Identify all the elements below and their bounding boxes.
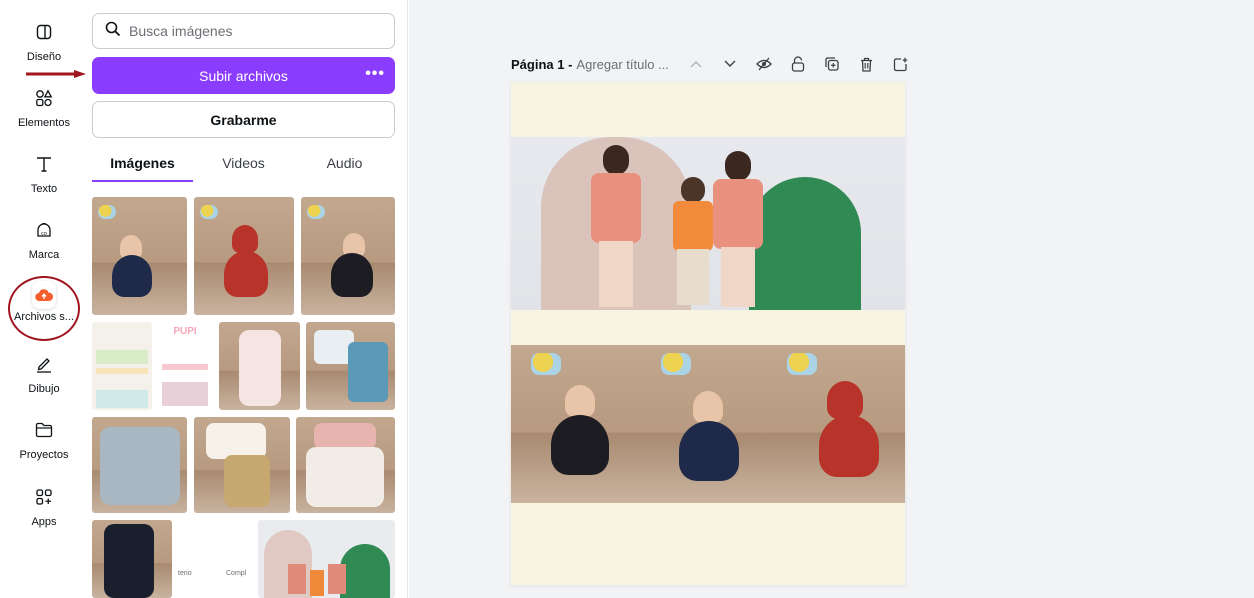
layout-icon xyxy=(32,20,56,44)
baby-photo[interactable] xyxy=(641,345,771,503)
page-header: Página 1 - Agregar título ... xyxy=(511,54,669,74)
page-toolbar xyxy=(686,54,910,74)
text-icon xyxy=(32,152,56,176)
baby-photo[interactable] xyxy=(771,345,905,503)
cloud-upload-icon xyxy=(32,281,56,309)
editor-app: Diseño Elementos Texto co Marca Archivos… xyxy=(0,0,1254,598)
annotation-arrow-icon xyxy=(26,70,86,78)
more-options-icon[interactable]: ••• xyxy=(365,65,385,83)
tab-videos[interactable]: Videos xyxy=(193,146,294,182)
brand-logo-icon xyxy=(307,205,325,219)
image-thumbnail[interactable] xyxy=(258,520,395,598)
record-yourself-button[interactable]: Grabarme xyxy=(92,101,395,138)
rail-item-projects[interactable]: Proyectos xyxy=(0,416,88,474)
brand-logo-icon xyxy=(531,353,561,375)
rail-item-brand[interactable]: co Marca xyxy=(0,216,88,274)
search-input[interactable] xyxy=(129,23,369,39)
rail-item-design[interactable]: Diseño xyxy=(0,18,88,76)
thumbnail-caption: terio xyxy=(178,570,192,577)
rail-item-label: Proyectos xyxy=(19,449,69,461)
apps-icon xyxy=(32,485,56,509)
rail-item-label: Diseño xyxy=(26,51,62,63)
rail-item-label: Texto xyxy=(30,183,58,195)
image-thumbnail[interactable] xyxy=(301,197,395,315)
media-tabs: Imágenes Videos Audio xyxy=(92,146,395,182)
rail-item-label: Archivos s... xyxy=(14,311,74,323)
rail-item-uploads[interactable]: Archivos s... xyxy=(0,281,88,339)
image-thumbnail[interactable]: terio Compl xyxy=(176,520,254,598)
chevron-down-icon[interactable] xyxy=(720,54,740,74)
brand-logo-icon xyxy=(661,353,691,375)
rail-item-elements[interactable]: Elementos xyxy=(0,84,88,142)
group-photo[interactable] xyxy=(511,137,905,310)
image-thumbnail[interactable]: PUPI xyxy=(156,322,213,410)
draw-icon xyxy=(32,352,56,376)
chevron-up-icon[interactable] xyxy=(686,54,706,74)
rail-item-apps[interactable]: Apps xyxy=(0,483,88,541)
add-page-icon[interactable] xyxy=(890,54,910,74)
uploads-panel: Subir archivos ••• Grabarme Imágenes Vid… xyxy=(88,0,408,598)
page-title-input[interactable]: Agregar título ... xyxy=(576,57,669,72)
image-thumbnail[interactable] xyxy=(194,417,290,513)
image-thumbnail[interactable] xyxy=(306,322,395,410)
image-thumbnail[interactable] xyxy=(92,417,187,513)
image-thumbnail[interactable] xyxy=(219,322,300,410)
duplicate-icon[interactable] xyxy=(822,54,842,74)
upload-files-label: Subir archivos xyxy=(199,67,288,84)
image-thumbnail[interactable] xyxy=(92,520,172,598)
tab-images[interactable]: Imágenes xyxy=(92,146,193,182)
brand-logo-icon xyxy=(200,205,218,219)
image-thumbnail[interactable] xyxy=(296,417,395,513)
image-thumbnail[interactable] xyxy=(92,322,152,410)
rail-item-text[interactable]: Texto xyxy=(0,150,88,208)
rail-item-label: Elementos xyxy=(18,117,70,129)
image-thumbnail[interactable] xyxy=(92,197,187,315)
search-icon xyxy=(105,21,121,42)
image-thumbnail[interactable] xyxy=(194,197,294,315)
page-name: Página 1 - xyxy=(511,56,573,72)
brand-logo-icon xyxy=(98,205,116,219)
rail-item-label: Apps xyxy=(31,516,57,528)
rail-item-label: Dibujo xyxy=(28,383,60,395)
search-box[interactable] xyxy=(92,13,395,49)
tab-audio[interactable]: Audio xyxy=(294,146,395,182)
rail-item-draw[interactable]: Dibujo xyxy=(0,350,88,408)
left-rail: Diseño Elementos Texto co Marca Archivos… xyxy=(0,0,88,598)
brand-logo-icon xyxy=(787,353,817,375)
folder-icon xyxy=(32,418,56,442)
shapes-icon xyxy=(32,86,56,110)
baby-photo[interactable] xyxy=(511,345,641,503)
rail-item-label: Marca xyxy=(28,249,60,261)
trash-icon[interactable] xyxy=(856,54,876,74)
hide-eye-icon[interactable] xyxy=(754,54,774,74)
svg-text:co: co xyxy=(41,231,47,237)
brand-icon: co xyxy=(32,218,56,242)
thumbnail-caption: Compl xyxy=(226,570,247,577)
lock-icon[interactable] xyxy=(788,54,808,74)
upload-files-button[interactable]: Subir archivos ••• xyxy=(92,57,395,94)
design-page[interactable] xyxy=(511,82,905,585)
